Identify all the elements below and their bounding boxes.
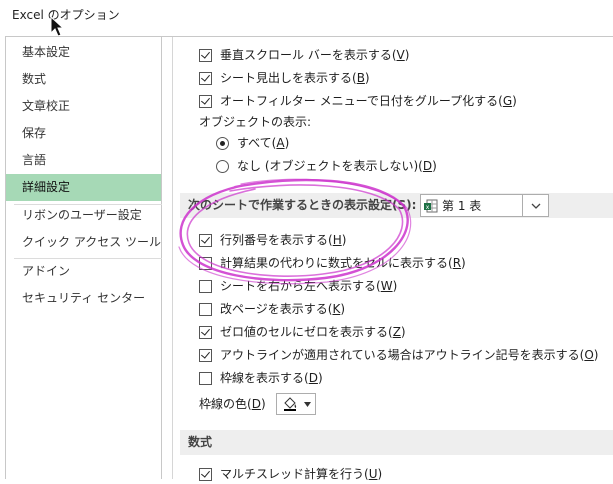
section-title: 次のシートで作業するときの表示設定(S): [188, 198, 417, 212]
option-gridlines[interactable]: 枠線を表示する(D) [199, 368, 323, 388]
option-right-to-left[interactable]: シートを右から左へ表示する(W) [199, 276, 397, 296]
option-group-dates-autofilter[interactable]: オートフィルター メニューで日付をグループ化する(G) [199, 91, 517, 111]
excel-sheet-icon: x [424, 199, 438, 212]
sheet-select-dropdown[interactable]: x 第 1 表 [420, 194, 549, 217]
option-row-column-headers[interactable]: 行列番号を表示する(H) [199, 230, 346, 250]
sidebar-item-proofing[interactable]: 文章校正 [6, 93, 161, 120]
sheet-select-value: 第 1 表 [442, 199, 482, 213]
radio-objects-none[interactable]: なし (オブジェクトを表示しない)(D) [216, 156, 437, 176]
sidebar: 基本設定 数式 文章校正 保存 言語 詳細設定 リボンのユーザー設定 クイック … [6, 37, 162, 479]
option-sheet-tabs[interactable]: シート見出しを表示する(B) [199, 68, 370, 88]
sidebar-item-save[interactable]: 保存 [6, 120, 161, 147]
gridline-color-picker[interactable] [276, 393, 316, 415]
objects-display-label: オブジェクトの表示: [199, 115, 312, 129]
checkbox[interactable] [199, 256, 212, 270]
dropdown-triangle-icon [303, 401, 311, 407]
radio-button[interactable] [216, 136, 229, 150]
checkbox[interactable] [199, 233, 212, 247]
section-title: 数式 [188, 435, 213, 449]
paint-bucket-icon [283, 397, 296, 411]
option-vertical-scrollbar[interactable]: 垂直スクロール バーを表示する(V) [199, 45, 409, 65]
checkbox[interactable] [199, 325, 212, 339]
content-divider [172, 37, 173, 479]
checkbox[interactable] [199, 371, 212, 385]
checkbox[interactable] [199, 302, 212, 316]
title-bar: Excel のオプション [0, 0, 613, 37]
radio-objects-all[interactable]: すべて(A) [216, 133, 289, 153]
sidebar-item-formulas[interactable]: 数式 [6, 66, 161, 93]
mouse-cursor-icon [50, 16, 65, 37]
sidebar-item-customize-ribbon[interactable]: リボンのユーザー設定 [6, 202, 161, 229]
checkbox[interactable] [199, 279, 212, 293]
svg-text:x: x [426, 204, 430, 211]
sidebar-item-advanced[interactable]: 詳細設定 [6, 174, 161, 201]
sidebar-item-trust-center[interactable]: セキュリティ センター [6, 285, 161, 312]
sidebar-item-language[interactable]: 言語 [6, 147, 161, 174]
clipped-row [199, 30, 379, 38]
sidebar-item-general[interactable]: 基本設定 [6, 39, 161, 66]
option-show-formulas[interactable]: 計算結果の代わりに数式をセルに表示する(R) [199, 253, 466, 273]
checkbox[interactable] [199, 348, 212, 362]
formulas-section-heading: 数式 [180, 430, 613, 455]
checkbox[interactable] [199, 94, 212, 108]
chevron-down-icon[interactable] [522, 195, 548, 216]
option-outline-symbols[interactable]: アウトラインが適用されている場合はアウトライン記号を表示する(O) [199, 345, 598, 365]
radio-button[interactable] [216, 159, 229, 173]
checkbox[interactable] [199, 71, 212, 85]
option-multithread[interactable]: マルチスレッド計算を行う(U) [199, 464, 382, 484]
checkbox[interactable] [199, 48, 212, 62]
sidebar-item-addins[interactable]: アドイン [6, 258, 161, 285]
option-zero-values[interactable]: ゼロ値のセルにゼロを表示する(Z) [199, 322, 406, 342]
gridline-color-label: 枠線の色(D) [199, 397, 266, 411]
option-page-breaks[interactable]: 改ページを表示する(K) [199, 299, 345, 319]
sidebar-item-quick-access-toolbar[interactable]: クイック アクセス ツール バー [6, 229, 161, 256]
